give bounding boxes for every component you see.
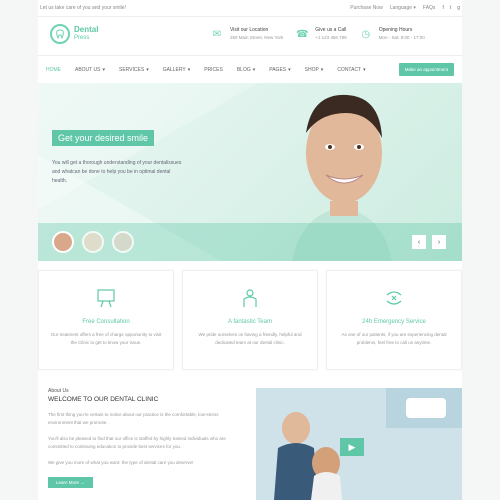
chevron-down-icon: ▾ [146, 66, 149, 73]
about-section: About Us WELCOME TO OUR DENTAL CLINIC Th… [38, 378, 462, 500]
logo[interactable]: Dental Press [50, 24, 200, 44]
language-select[interactable]: Language ▾ [390, 5, 416, 11]
info-hours: ◷ Opening Hours Mon - Sat: 8:00 - 17:00 [359, 27, 424, 41]
about-paragraph: The first thing you're certain to notice… [48, 412, 219, 425]
chevron-down-icon: ▾ [102, 66, 105, 73]
chevron-down-icon: ▾ [363, 66, 366, 73]
nav-gallery[interactable]: GALLERY ▾ [163, 67, 191, 73]
page: Let us take care of you and your smile! … [38, 0, 462, 500]
about-paragraph: We give you more of what you want: the t… [48, 460, 194, 465]
about-paragraph: You'll also be pleased to find that our … [48, 436, 226, 449]
play-icon[interactable]: ▶ [340, 438, 364, 456]
consultation-icon [39, 287, 173, 309]
feature-card: Free Consultation Our treatment offers a… [38, 270, 174, 370]
prev-slide-button[interactable]: ‹ [412, 235, 426, 249]
about-kicker: About Us [48, 388, 69, 394]
feature-card: A fantastic Team We pride ourselves on h… [182, 270, 318, 370]
logo-line1: Dental [74, 25, 99, 34]
header: Dental Press ✉ Visit our Location 250 Ma… [38, 17, 462, 51]
nav-about[interactable]: ABOUT US ▾ [75, 67, 105, 73]
hero-text: You will get a thorough understanding of… [52, 160, 182, 184]
clinic-video[interactable]: ▶ [256, 388, 462, 500]
social-links: f t g [442, 5, 460, 11]
top-bar: Let us take care of you and your smile! … [38, 0, 462, 16]
chevron-down-icon: ▾ [187, 66, 191, 73]
info-location: ✉ Visit our Location 250 Main Street, Ne… [210, 27, 283, 41]
feature-card: 24h Emergency Service As one of our pati… [326, 270, 462, 370]
nav-shop[interactable]: SHOP ▾ [305, 67, 324, 73]
info-phone: ☎ Give us a Call +1 123 456 789 [296, 27, 347, 40]
features-row: Free Consultation Our treatment offers a… [38, 270, 462, 370]
nav-pages[interactable]: PAGES ▾ [269, 67, 290, 73]
chevron-down-icon: ▾ [252, 66, 256, 73]
logo-line2: Press [74, 35, 90, 41]
learn-more-button[interactable]: Learn More → [48, 477, 93, 488]
google-plus-icon[interactable]: g [457, 5, 460, 11]
main-nav: HOME ABOUT US ▾ SERVICES ▾ GALLERY ▾ PRICES… [38, 56, 462, 84]
tooth-icon [50, 24, 70, 44]
faqs-link[interactable]: FAQs [423, 5, 436, 11]
nav-home[interactable]: HOME [46, 67, 61, 73]
clock-icon: ◷ [361, 28, 371, 40]
nav-prices[interactable]: PRICES [204, 67, 223, 73]
facebook-icon[interactable]: f [442, 5, 443, 11]
nav-blog[interactable]: BLOG ▾ [237, 67, 255, 73]
hero-slider: Get your desired smile You will get a th… [38, 83, 462, 261]
chevron-down-icon: ▾ [288, 66, 291, 73]
hero-title: Get your desired smile [52, 130, 155, 146]
team-icon [183, 287, 317, 309]
tagline: Let us take care of you and your smile! [40, 5, 126, 11]
about-title: WELCOME TO OUR DENTAL CLINIC [48, 396, 159, 403]
appointment-button[interactable]: Make an appointment [398, 63, 454, 76]
chevron-down-icon: ▾ [320, 66, 324, 73]
slide-thumb-1[interactable] [52, 231, 74, 253]
nav-services[interactable]: SERVICES ▾ [119, 67, 149, 73]
envelope-icon: ✉ [212, 28, 222, 40]
purchase-link[interactable]: Purchase Now [350, 5, 383, 11]
nav-contact[interactable]: CONTACT ▾ [337, 67, 365, 73]
phone-icon: ☎ [296, 28, 309, 40]
next-slide-button[interactable]: › [432, 235, 446, 249]
emergency-icon [327, 287, 461, 309]
slide-thumb-3[interactable] [112, 231, 134, 253]
slide-thumb-2[interactable] [82, 231, 104, 253]
twitter-icon[interactable]: t [450, 5, 451, 11]
top-links: Purchase Now Language ▾ FAQs f t g [350, 5, 460, 11]
